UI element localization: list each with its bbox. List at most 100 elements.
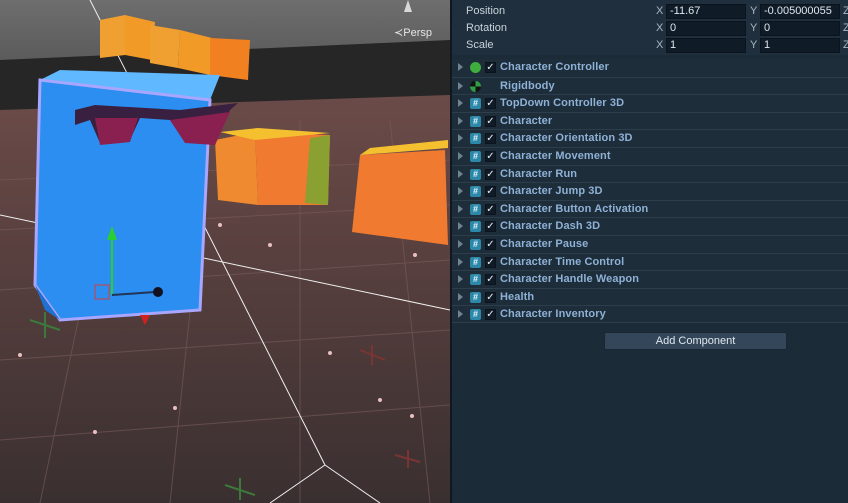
component-topdown-controller-3d[interactable]: # ✓ TopDown Controller 3D: [452, 94, 848, 112]
component-character-run[interactable]: # ✓ Character Run: [452, 164, 848, 183]
scene-render: [0, 0, 450, 503]
component-name: Character: [500, 114, 553, 127]
component-character[interactable]: # ✓ Character: [452, 111, 848, 130]
position-y-label[interactable]: Y: [750, 5, 757, 17]
component-health[interactable]: # ✓ Health: [452, 287, 848, 306]
script-icon: #: [470, 98, 481, 110]
component-name: Character Jump 3D: [500, 185, 603, 198]
component-character-controller[interactable]: ✓ Character Controller: [452, 59, 848, 77]
component-character-dash-3d[interactable]: # ✓ Character Dash 3D: [452, 217, 848, 235]
foldout-arrow-icon[interactable]: [458, 222, 463, 231]
component-character-button-activation[interactable]: # ✓ Character Button Activation: [452, 199, 848, 218]
enable-checkbox[interactable]: ✓: [485, 150, 496, 162]
foldout-arrow-icon[interactable]: [458, 310, 463, 319]
foldout-arrow-icon[interactable]: [458, 275, 463, 284]
rotation-x-field[interactable]: 0: [666, 21, 746, 36]
foldout-arrow-icon[interactable]: [458, 151, 463, 160]
component-name: Character Movement: [500, 149, 611, 162]
script-icon: #: [470, 115, 481, 127]
enable-checkbox[interactable]: ✓: [485, 98, 496, 110]
component-character-orientation-3d[interactable]: # ✓ Character Orientation 3D: [452, 129, 848, 147]
scale-label: Scale: [466, 39, 494, 51]
position-x-field[interactable]: -11.67: [666, 4, 746, 19]
scale-row: Scale X 1 Y 1 Z: [452, 37, 848, 55]
scale-x-field[interactable]: 1: [666, 38, 746, 53]
scale-z-label[interactable]: Z: [843, 39, 848, 51]
add-component-button[interactable]: Add Component: [604, 332, 787, 350]
position-z-label[interactable]: Z: [843, 5, 848, 17]
script-icon: #: [470, 168, 481, 180]
foldout-arrow-icon[interactable]: [458, 81, 463, 90]
component-rigidbody[interactable]: Rigidbody: [452, 76, 848, 95]
foldout-arrow-icon[interactable]: [458, 169, 463, 178]
rotation-x-label[interactable]: X: [656, 22, 663, 34]
script-icon: #: [470, 150, 481, 162]
foldout-arrow-icon[interactable]: [458, 187, 463, 196]
component-name: Character Orientation 3D: [500, 132, 633, 145]
component-character-pause[interactable]: # ✓ Character Pause: [452, 234, 848, 253]
rigidbody-icon: [470, 80, 481, 92]
enable-checkbox[interactable]: ✓: [485, 168, 496, 180]
enable-checkbox[interactable]: ✓: [485, 186, 496, 198]
camera-projection-toggle[interactable]: ≺Persp: [394, 26, 432, 39]
enable-checkbox[interactable]: ✓: [485, 133, 496, 145]
rotation-row: Rotation X 0 Y 0 Z: [452, 20, 848, 38]
rotation-z-label[interactable]: Z: [843, 22, 848, 34]
script-icon: #: [470, 274, 481, 286]
enable-checkbox[interactable]: ✓: [485, 256, 496, 268]
script-icon: #: [470, 133, 481, 145]
foldout-arrow-icon[interactable]: [458, 257, 463, 266]
enable-checkbox[interactable]: ✓: [485, 238, 496, 250]
foldout-arrow-icon[interactable]: [458, 134, 463, 143]
foldout-arrow-icon[interactable]: [458, 99, 463, 108]
foldout-arrow-icon[interactable]: [458, 116, 463, 125]
script-icon: #: [470, 203, 481, 215]
position-x-label[interactable]: X: [656, 5, 663, 17]
component-name: Character Button Activation: [500, 202, 649, 215]
scale-y-field[interactable]: 1: [760, 38, 840, 53]
rotation-y-field[interactable]: 0: [760, 21, 840, 36]
component-name: Character Inventory: [500, 308, 606, 321]
component-character-movement[interactable]: # ✓ Character Movement: [452, 146, 848, 165]
component-name: Character Pause: [500, 237, 589, 250]
component-name: Character Dash 3D: [500, 220, 601, 233]
script-icon: #: [470, 221, 481, 233]
component-name: Character Handle Weapon: [500, 273, 640, 286]
script-icon: #: [470, 291, 481, 303]
script-icon: #: [470, 256, 481, 268]
enable-checkbox[interactable]: ✓: [485, 309, 496, 321]
script-icon: #: [470, 309, 481, 321]
inspector-panel: Position X -11.67 Y -0.005000055 Z Rotat…: [450, 0, 848, 503]
component-character-handle-weapon[interactable]: # ✓ Character Handle Weapon: [452, 270, 848, 288]
enable-checkbox[interactable]: ✓: [485, 221, 496, 233]
enable-checkbox[interactable]: ✓: [485, 62, 496, 73]
foldout-arrow-icon[interactable]: [458, 292, 463, 301]
character-controller-icon: [470, 62, 481, 73]
position-label: Position: [466, 5, 506, 17]
rotation-label: Rotation: [466, 22, 507, 34]
component-name: Character Run: [500, 167, 578, 180]
scene-view[interactable]: ≺Persp: [0, 0, 450, 503]
enable-checkbox[interactable]: ✓: [485, 274, 496, 286]
scale-y-label[interactable]: Y: [750, 39, 757, 51]
component-name: Health: [500, 290, 535, 303]
foldout-arrow-icon[interactable]: [458, 204, 463, 213]
component-name: Rigidbody: [500, 79, 555, 92]
enable-checkbox[interactable]: ✓: [485, 203, 496, 215]
enable-checkbox[interactable]: ✓: [485, 291, 496, 303]
component-name: Character Controller: [500, 61, 609, 73]
position-y-field[interactable]: -0.005000055: [760, 4, 840, 19]
transform-component: Position X -11.67 Y -0.005000055 Z Rotat…: [452, 0, 848, 55]
component-list: ✓ Character Controller Rigidbody # ✓ Top…: [452, 59, 848, 323]
script-icon: #: [470, 238, 481, 250]
component-character-inventory[interactable]: # ✓ Character Inventory: [452, 305, 848, 323]
foldout-arrow-icon[interactable]: [458, 239, 463, 248]
component-character-time-control[interactable]: # ✓ Character Time Control: [452, 252, 848, 271]
rotation-y-label[interactable]: Y: [750, 22, 757, 34]
component-character-jump-3d[interactable]: # ✓ Character Jump 3D: [452, 182, 848, 200]
foldout-arrow-icon[interactable]: [458, 63, 463, 71]
scale-x-label[interactable]: X: [656, 39, 663, 51]
enable-checkbox[interactable]: ✓: [485, 115, 496, 127]
component-name: TopDown Controller 3D: [500, 97, 625, 110]
scene-gizmo-icon[interactable]: [404, 0, 412, 12]
